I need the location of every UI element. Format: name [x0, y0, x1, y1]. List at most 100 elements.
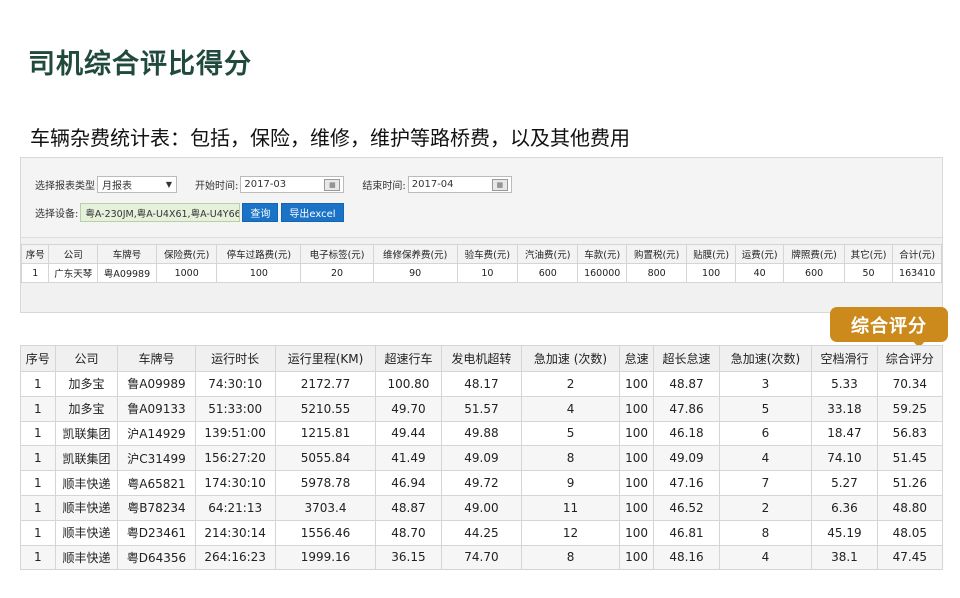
table-cell: 100.80: [375, 371, 442, 397]
table-row: 1 顺丰快递 粤D23461 214:30:14 1556.46 48.70 44.25 12…: [20, 519, 944, 546]
table-cell: 1: [20, 371, 56, 397]
table-cell: 33.18: [811, 395, 878, 422]
table-cell: 264:16:23: [194, 544, 276, 571]
table-cell: 46.18: [653, 420, 720, 447]
table-cell: 1999.16: [274, 544, 377, 571]
column-header: 贴膜(元): [686, 244, 736, 264]
score-table: 序号 公司 车牌号 运行时长 运行里程(KM) 超速行车 发电机超转 急加速 (次数) 怠速 超长…: [20, 345, 944, 571]
table-row: 1 顺丰快递 粤A65821 174:30:10 5978.78 46.94 49.72 9 1…: [20, 470, 944, 496]
table-cell: 160000: [577, 263, 627, 283]
end-time-value: 2017-04: [411, 179, 454, 190]
table-cell: 49.88: [440, 420, 523, 447]
end-time-label: 结束时间:: [362, 181, 406, 192]
column-header: 空档滑行: [811, 345, 878, 372]
table-row: 1 加多宝 鲁A09989 74:30:10 2172.77 100.80 48.17 2 10…: [20, 371, 944, 397]
table-cell: 51.45: [876, 445, 944, 472]
table-cell: 顺丰快递: [54, 494, 119, 521]
table-cell: 8: [521, 544, 620, 571]
column-header: 怠速: [618, 345, 655, 372]
export-excel-button[interactable]: 导出excel: [281, 203, 344, 222]
column-header: 公司: [54, 345, 119, 372]
page-title: 司机综合评比得分: [28, 49, 252, 80]
report-type-select[interactable]: 月报表 ▼: [97, 176, 177, 193]
table-cell: 49.72: [440, 470, 523, 496]
query-button[interactable]: 查询: [242, 203, 279, 222]
column-header: 综合评分: [876, 345, 944, 372]
table-cell: 49.09: [440, 445, 523, 472]
table-cell: 1: [20, 494, 56, 521]
table-cell: 1: [20, 395, 56, 422]
table-row: 1 加多宝 鲁A09133 51:33:00 5210.55 49.70 51.57 4 100…: [20, 395, 944, 422]
report-type-value: 月报表: [102, 181, 132, 192]
table-cell: 粤D23461: [117, 519, 196, 546]
table-cell: 163410: [892, 263, 942, 283]
table-cell: 100: [686, 263, 736, 283]
column-header: 运行里程(KM): [274, 345, 377, 372]
table-cell: 100: [618, 395, 655, 422]
column-header: 超长怠速: [653, 345, 720, 372]
table-cell: 2172.77: [274, 371, 377, 397]
column-header: 车牌号: [117, 345, 196, 372]
table-cell: 139:51:00: [194, 420, 276, 447]
table-cell: 5: [521, 420, 620, 447]
table-cell: 凯联集团: [54, 420, 119, 447]
table-cell: 粤A09989: [97, 263, 157, 283]
table-cell: 49.00: [440, 494, 523, 521]
table-cell: 48.16: [653, 544, 720, 571]
table-cell: 46.52: [653, 494, 720, 521]
table-cell: 47.16: [653, 470, 720, 496]
start-time-input[interactable]: 2017-03 ▦: [240, 176, 345, 193]
table-cell: 49.70: [375, 395, 442, 422]
column-header: 电子标签(元): [300, 244, 374, 264]
table-cell: 5.33: [811, 371, 878, 397]
table-cell: 50: [843, 263, 894, 283]
table-cell: 6.36: [811, 494, 878, 521]
table-cell: 顺丰快递: [54, 470, 119, 496]
column-header: 保险费(元): [155, 244, 218, 264]
table-cell: 3: [718, 371, 813, 397]
table-cell: 10: [456, 263, 519, 283]
table-cell: 沪A14929: [117, 420, 196, 447]
table-cell: 2: [718, 494, 813, 521]
device-select[interactable]: 粤A-230JM,粤A-U4X61,粤A-U4Y66: [80, 203, 241, 222]
table-cell: 100: [618, 494, 655, 521]
table-cell: 100: [618, 519, 655, 546]
filter-row-device: 选择设备: 粤A-230JM,粤A-U4X61,粤A-U4Y66 查询 导出ex…: [35, 203, 347, 222]
column-header: 公司: [48, 244, 99, 264]
table-cell: 1: [20, 519, 56, 546]
table-cell: 5055.84: [274, 445, 377, 472]
table-cell: 5: [718, 395, 813, 422]
table-cell: 64:21:13: [194, 494, 276, 521]
column-header: 其它(元): [843, 244, 894, 264]
table-cell: 45.19: [811, 519, 878, 546]
table-cell: 40: [734, 263, 785, 283]
table-cell: 48.70: [375, 519, 442, 546]
end-time-input[interactable]: 2017-04 ▦: [407, 176, 512, 193]
column-header: 车款(元): [577, 244, 627, 264]
table-cell: 1215.81: [274, 420, 377, 447]
table-cell: 2: [521, 371, 620, 397]
table-cell: 100: [618, 371, 655, 397]
composite-score-badge: 综合评分: [830, 307, 948, 342]
calendar-icon[interactable]: ▦: [324, 178, 341, 191]
table-cell: 5210.55: [274, 395, 377, 422]
table-cell: 凯联集团: [54, 445, 119, 472]
table-cell: 48.05: [876, 519, 944, 546]
table-cell: 46.81: [653, 519, 720, 546]
column-header: 急加速 (次数): [521, 345, 620, 372]
table-cell: 加多宝: [54, 395, 119, 422]
start-time-value: 2017-03: [244, 179, 287, 190]
table-cell: 3703.4: [274, 494, 377, 521]
table-cell: 1: [20, 544, 56, 571]
fees-table: 序号 公司 车牌号 保险费(元) 停车过路费(元) 电子标签(元) 维修保养费(元) 验车费(…: [20, 244, 942, 283]
table-cell: 47.45: [876, 544, 944, 571]
table-cell: 74.70: [440, 544, 523, 571]
table-cell: 1: [20, 263, 50, 283]
table-cell: 49.09: [653, 445, 720, 472]
table-cell: 48.17: [440, 371, 523, 397]
calendar-icon[interactable]: ▦: [491, 178, 508, 191]
table-cell: 100: [216, 263, 302, 283]
table-cell: 41.49: [375, 445, 442, 472]
report-type-label: 选择报表类型: [35, 181, 95, 192]
table-cell: 4: [521, 395, 620, 422]
